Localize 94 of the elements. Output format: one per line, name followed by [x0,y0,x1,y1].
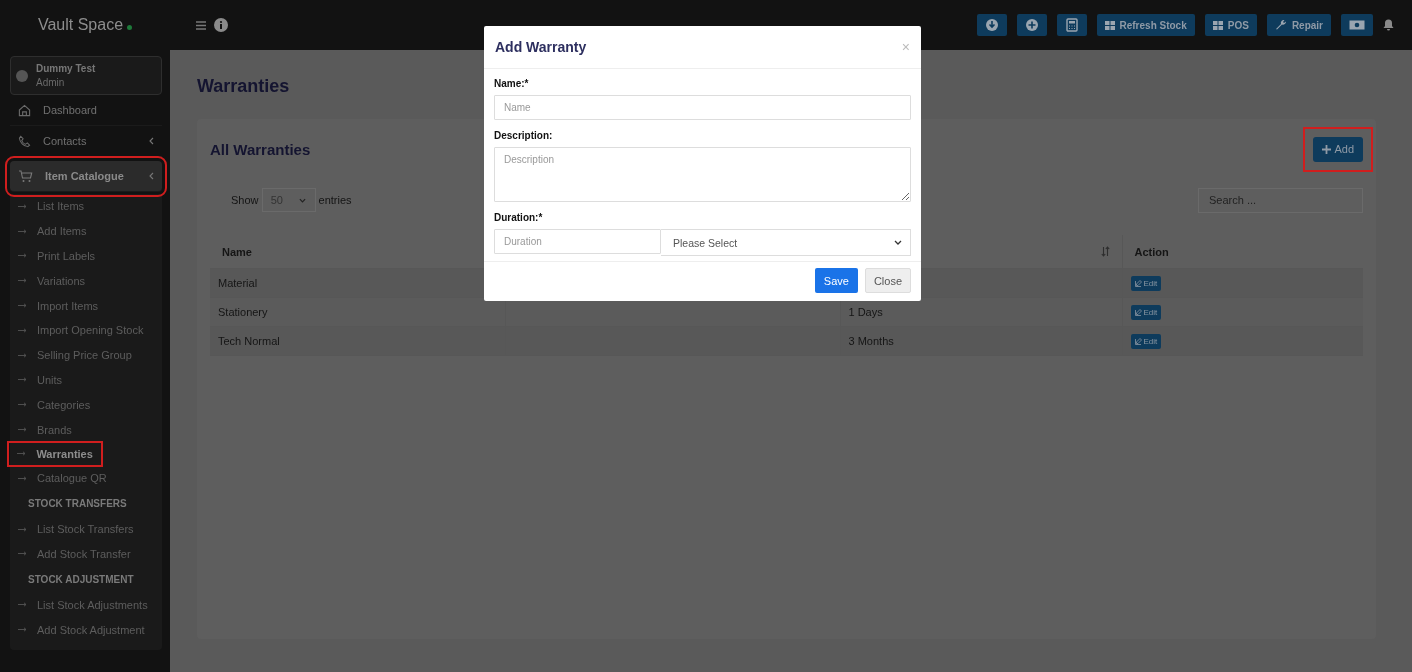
arrow-icon [18,327,27,333]
arrow-icon [18,203,27,209]
duration-field[interactable]: Duration [494,229,661,254]
arrow-icon [18,427,27,433]
menu-icon[interactable] [196,20,206,30]
field-label: Duration:* [494,212,544,223]
sidebar-subitem[interactable]: Brands [10,417,162,442]
calculator-icon [1064,18,1079,32]
user-card[interactable]: Dummy Test Admin [10,56,162,95]
section-heading: STOCK ADJUSTMENT [27,572,135,587]
toolbar-icon-button[interactable] [1016,14,1047,36]
plus-icon [1322,144,1332,154]
arrow-icon [18,551,27,557]
edit-icon [1134,308,1142,316]
brand-name: Vault Space [37,16,124,34]
download-icon [984,18,999,32]
arrow-icon [18,352,27,358]
sidebar-subitem[interactable]: Categories [10,392,162,418]
home-icon [18,103,31,117]
add-icon [1024,18,1039,32]
field-label: Name:* [494,78,530,89]
column-header[interactable]: Action [1134,245,1169,258]
chevron-icon [149,172,154,180]
section-heading: STOCK TRANSFERS [27,497,128,512]
grid-icon [1212,20,1223,30]
edit-icon [1134,279,1142,287]
user-name: Dummy Test [36,61,96,76]
sidebar-subitem[interactable]: Variations [10,268,162,294]
sidebar-subitem[interactable]: List Stock Adjustments [10,592,162,618]
info-icon[interactable] [214,18,228,32]
close-button[interactable]: Close [864,268,911,293]
grid-icon [1104,20,1115,30]
sidebar-subitem[interactable]: Add Stock Adjustment [10,617,162,642]
save-button[interactable]: Save [814,268,858,293]
bell-icon[interactable] [1383,19,1394,31]
sidebar-subitem[interactable]: Import Items [10,293,162,318]
sidebar-subitem[interactable]: Units [10,367,162,393]
column-header[interactable]: Name [222,245,252,258]
modal-title: Add Warranty [495,39,587,55]
card-title: All Warranties [210,140,311,158]
toolbar-button[interactable]: POS [1204,14,1257,36]
sidebar-item[interactable]: Dashboard [10,95,162,126]
toolbar-button[interactable]: Repair [1266,14,1331,36]
wrench-icon [1274,19,1287,31]
sidebar-subitem[interactable]: Catalogue QR [10,465,162,491]
toolbar-button[interactable]: Refresh Stock [1096,14,1195,36]
arrow-icon [18,253,27,259]
arrow-icon [18,303,27,309]
search-field[interactable]: Search ... [1198,187,1363,213]
edit-button[interactable]: Edit [1130,275,1162,291]
show-label: Show [231,194,259,206]
name-field[interactable]: Name [494,95,911,120]
description-field[interactable]: Description [494,147,911,202]
sidebar-subitem[interactable]: Import Opening Stock [10,318,162,343]
cart-icon [18,169,33,183]
arrow-icon [18,602,27,608]
table-cell: Tech Normal [218,335,280,347]
sidebar-subitem[interactable]: Warranties [8,441,102,466]
phone-icon [18,134,31,148]
arrow-icon [18,278,27,284]
unit-select[interactable]: Please Select [661,229,911,256]
arrow-icon [17,451,27,457]
edit-icon [1134,337,1142,345]
field-label: Description: [494,130,554,141]
arrow-icon [18,627,27,633]
toolbar-icon-button[interactable] [1056,14,1087,36]
sidebar-subitem[interactable]: Add Stock Transfer [10,541,162,567]
caret-icon [299,197,307,203]
chevron-icon [149,137,154,145]
table-cell: Stationery [218,306,268,318]
cash-icon [1349,20,1365,30]
toolbar-icon-button[interactable] [1341,14,1373,36]
arrow-icon [18,228,27,234]
sidebar-subitem[interactable]: List Stock Transfers [10,516,162,542]
arrow-icon [18,526,27,532]
user-role: Admin [36,75,66,90]
toolbar-icon-button[interactable] [976,14,1007,36]
arrow-icon [18,402,27,408]
table-cell: 3 Months [848,335,894,347]
add-button[interactable]: Add [1313,136,1363,162]
table-cell: 1 Days [848,306,883,318]
sidebar-subitem[interactable]: Print Labels [10,243,162,269]
arrow-icon [18,475,27,481]
table-cell: Material [218,277,258,289]
avatar [16,69,28,82]
entries-label: entries [318,194,352,206]
page-title: Warranties [197,76,290,97]
sidebar-subitem[interactable]: Add Items [10,218,162,244]
edit-button[interactable]: Edit [1130,304,1162,320]
sidebar-subitem[interactable]: List Items [10,194,162,219]
sidebar-subitem[interactable]: Selling Price Group [10,342,162,368]
arrow-icon [18,377,27,383]
edit-button[interactable]: Edit [1130,333,1162,349]
caret-icon [894,240,902,245]
